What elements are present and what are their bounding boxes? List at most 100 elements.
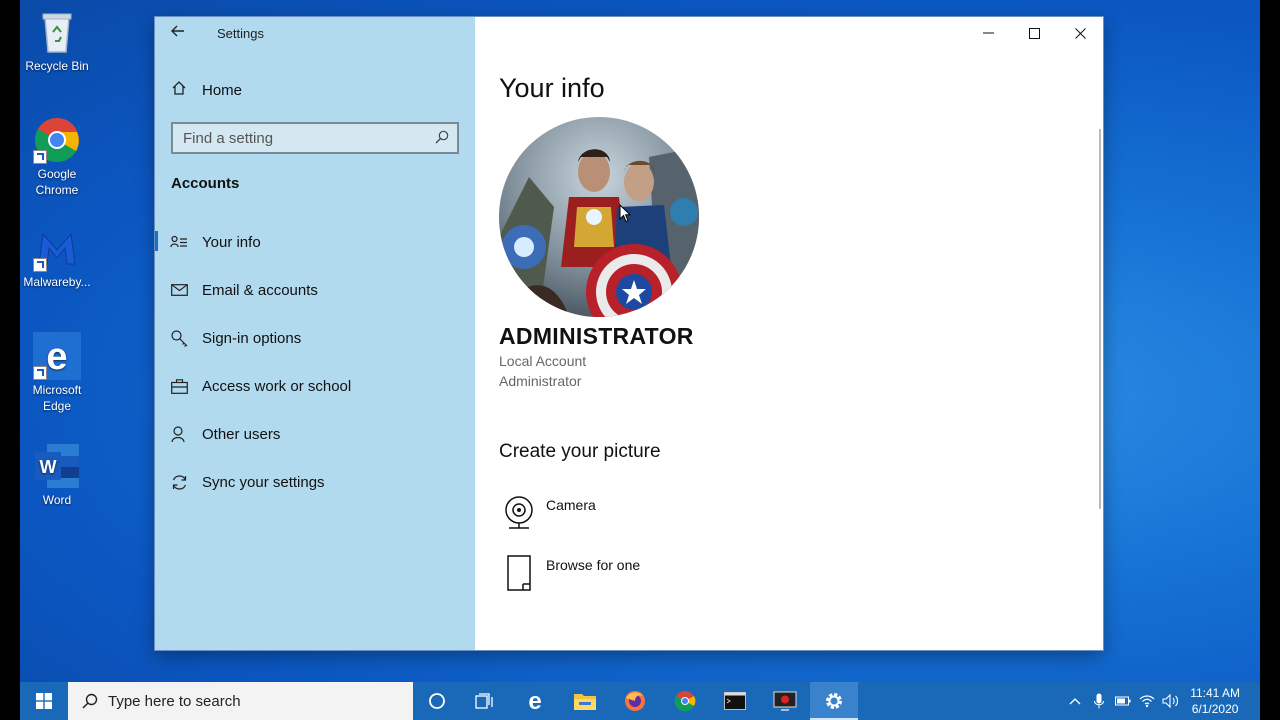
taskbar-search-input[interactable] [98, 691, 400, 711]
home-icon [171, 80, 187, 100]
svg-text:e: e [46, 336, 67, 378]
battery-tray[interactable] [1112, 682, 1134, 720]
desktop-icon-label: Google Chrome [35, 167, 79, 197]
close-button[interactable] [1057, 17, 1103, 49]
maximize-icon [1028, 27, 1040, 39]
desktop-icon-label: Recycle Bin [25, 59, 89, 73]
account-type: Local Account [499, 353, 587, 369]
windows-logo-icon [36, 693, 52, 709]
account-role: Administrator [499, 373, 582, 389]
shortcut-arrow-icon [33, 258, 47, 272]
microphone-icon [1094, 693, 1104, 709]
start-button[interactable] [20, 682, 68, 720]
taskbar-terminal[interactable] [711, 682, 759, 720]
sidebar-item-label: Other users [202, 425, 281, 443]
firefox-icon [625, 691, 645, 711]
clock-time: 11:41 AM [1190, 686, 1240, 700]
section-header-accounts: Accounts [171, 175, 240, 192]
desktop-icon-label: Microsoft Edge [32, 383, 82, 413]
svg-text:e: e [528, 690, 541, 712]
file-explorer-icon [574, 694, 596, 710]
task-view-button[interactable] [461, 682, 509, 720]
svg-text:W: W [40, 457, 57, 477]
profile-picture [499, 117, 699, 317]
back-arrow-icon[interactable] [167, 23, 189, 43]
desktop-icon-label: Malwareby... [23, 275, 91, 289]
word-icon: W [33, 442, 81, 490]
taskbar-chrome[interactable] [661, 682, 709, 720]
screen-recorder-icon [773, 691, 797, 711]
briefcase-icon [170, 377, 188, 395]
sidebar-item-sign-in-options[interactable]: Sign-in options [155, 314, 475, 362]
sidebar-item-email-accounts[interactable]: Email & accounts [155, 266, 475, 314]
desktop-icon-recycle-bin[interactable]: Recycle Bin [20, 8, 94, 74]
wifi-icon [1139, 695, 1155, 708]
cortana-button[interactable] [413, 682, 461, 720]
taskbar-screen-recorder[interactable] [761, 682, 809, 720]
browse-option[interactable]: Browse for one [499, 553, 799, 593]
create-picture-header: Create your picture [499, 441, 661, 462]
sidebar-item-access-work-school[interactable]: Access work or school [155, 362, 475, 410]
network-tray[interactable] [1136, 682, 1158, 720]
battery-icon [1115, 696, 1131, 706]
taskbar-edge[interactable]: e [511, 682, 559, 720]
clock-date: 6/1/2020 [1191, 702, 1239, 716]
taskbar-search-box[interactable] [68, 682, 413, 720]
home-label: Home [202, 81, 243, 99]
task-view-icon [475, 693, 493, 709]
volume-tray[interactable] [1160, 682, 1182, 720]
vertical-scrollbar[interactable] [1099, 129, 1101, 509]
sidebar-item-other-users[interactable]: Other users [155, 410, 475, 458]
edge-icon: e [33, 332, 81, 380]
person-add-icon [170, 425, 188, 443]
settings-gear-icon [826, 693, 842, 709]
option-label: Camera [546, 497, 596, 513]
taskbar-file-explorer[interactable] [561, 682, 609, 720]
chrome-icon [33, 116, 81, 164]
sidebar-item-sync-settings[interactable]: Sync your settings [155, 458, 475, 506]
mail-icon [170, 281, 188, 299]
minimize-button[interactable] [965, 17, 1011, 49]
desktop-icon-word[interactable]: W Word [20, 442, 94, 508]
camera-option[interactable]: Camera [499, 493, 799, 533]
show-hidden-icons-button[interactable] [1064, 682, 1086, 720]
edge-icon: e [528, 690, 541, 712]
camera-icon [499, 493, 539, 533]
microphone-tray[interactable] [1088, 682, 1110, 720]
shortcut-arrow-icon [33, 366, 47, 380]
chevron-up-icon [1069, 698, 1081, 705]
browse-file-icon [499, 553, 539, 593]
desktop: Recycle Bin Google Chrome Malwareby... e… [20, 0, 1260, 720]
settings-window: Settings Home Accounts Your info [155, 17, 1103, 650]
minimize-icon [982, 32, 994, 34]
desktop-icon-chrome[interactable]: Google Chrome [20, 116, 94, 198]
sync-icon [170, 473, 188, 491]
settings-search-input[interactable] [173, 124, 423, 152]
search-icon [82, 693, 98, 709]
sidebar-item-label: Email & accounts [202, 281, 318, 299]
settings-search-box[interactable] [171, 122, 459, 154]
taskbar-settings[interactable] [810, 682, 858, 720]
option-label: Browse for one [546, 557, 641, 573]
key-icon [170, 329, 188, 347]
sidebar-item-home[interactable]: Home [171, 79, 242, 101]
search-icon[interactable] [435, 130, 449, 144]
sidebar-item-label: Sync your settings [202, 473, 325, 491]
desktop-icon-edge[interactable]: e Microsoft Edge [20, 332, 94, 414]
chrome-icon [674, 691, 696, 712]
taskbar-firefox[interactable] [611, 682, 659, 720]
maximize-button[interactable] [1011, 17, 1057, 49]
settings-sidebar: Settings Home Accounts Your info [155, 17, 475, 650]
taskbar-clock[interactable]: 11:41 AM 6/1/2020 [1190, 685, 1240, 717]
mouse-cursor-icon [619, 204, 631, 223]
taskbar: e [20, 682, 1260, 720]
desktop-icon-label: Word [42, 493, 72, 507]
recycle-bin-icon [33, 8, 81, 56]
desktop-icon-malwarebytes[interactable]: Malwareby... [20, 224, 94, 290]
cortana-icon [429, 693, 445, 709]
user-name: ADMINISTRATOR [499, 323, 694, 349]
page-title: Your info [499, 73, 605, 103]
malwarebytes-icon [33, 224, 81, 272]
terminal-icon [724, 692, 746, 710]
sidebar-item-your-info[interactable]: Your info [155, 218, 475, 266]
